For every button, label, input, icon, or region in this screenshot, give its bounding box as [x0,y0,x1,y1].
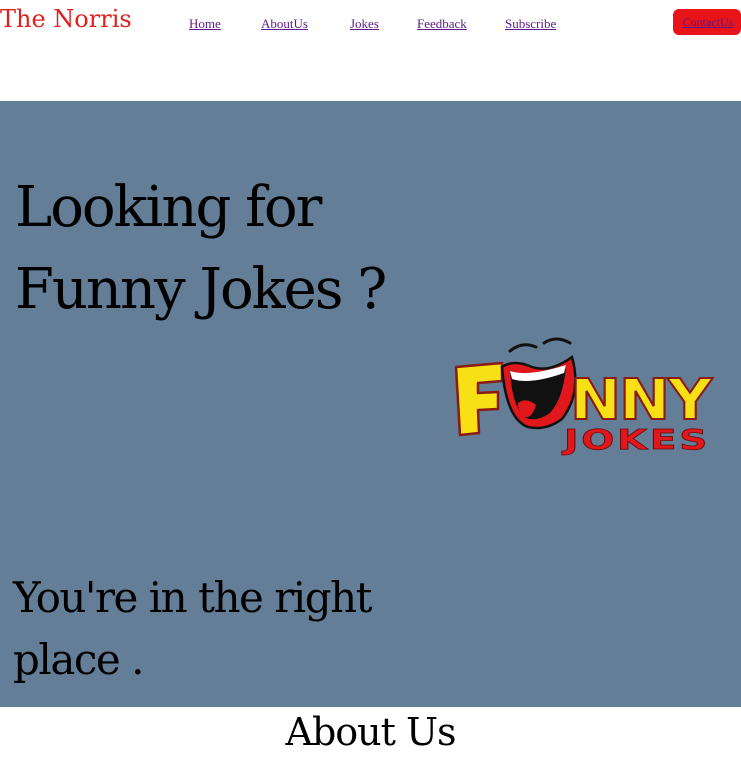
funny-jokes-logo: NNY JOKES [454,337,717,456]
nav-link-feedback[interactable]: Feedback [417,16,467,32]
hero-subheading: You're in the right place . [13,573,373,684]
contact-us-button[interactable]: ContactUs [673,9,741,35]
contact-us-label[interactable]: ContactUs [683,15,734,30]
hero-heading: Looking for Funny Jokes ? [15,175,387,322]
about-us-title: About Us [285,710,457,754]
top-navbar: The Norris Home AboutUs Jokes Feedback S… [0,0,741,48]
brand-logo-text[interactable]: The Norris [0,5,132,33]
nav-link-about-us[interactable]: AboutUs [261,16,308,32]
hero-section: Looking for Funny Jokes ? NNY JOKES You'… [0,101,741,707]
nav-link-home[interactable]: Home [189,16,221,32]
logo-subword: JOKES [561,423,710,456]
nav-link-subscribe[interactable]: Subscribe [505,16,556,32]
nav-link-jokes[interactable]: Jokes [350,16,379,32]
